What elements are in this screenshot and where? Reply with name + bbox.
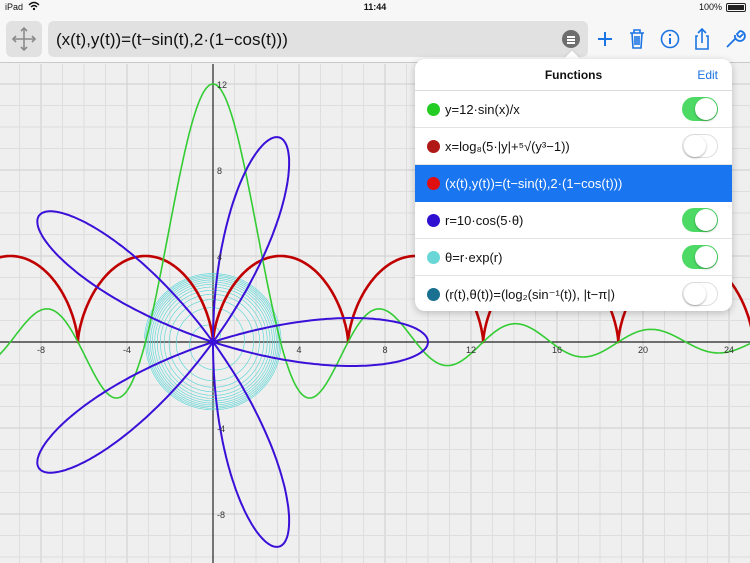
tick-label: -8 xyxy=(217,510,225,520)
function-color-dot[interactable] xyxy=(427,140,440,153)
tick-label: 12 xyxy=(466,345,476,355)
status-bar: iPad 11:44 100% xyxy=(0,0,750,15)
tick-label: 4 xyxy=(296,345,301,355)
function-row[interactable]: (r(t),θ(t))=(log₂(sin⁻¹(t)), |t−π|) xyxy=(415,276,732,311)
function-row[interactable]: θ=r·exp(r) xyxy=(415,239,732,276)
function-expression: r=10·cos(5·θ) xyxy=(445,213,524,228)
tick-label: 4 xyxy=(217,252,222,262)
trash-icon[interactable] xyxy=(622,23,652,55)
tick-label: 24 xyxy=(724,345,734,355)
clock: 11:44 xyxy=(363,2,387,12)
visibility-toggle[interactable] xyxy=(682,245,718,269)
visibility-toggle[interactable] xyxy=(682,134,718,158)
function-expression: y=12·sin(x)/x xyxy=(445,102,520,117)
function-expression: x=log₈(5·|y|+⁵√(y³−1)) xyxy=(445,139,570,154)
battery-icon xyxy=(726,3,746,12)
function-color-dot[interactable] xyxy=(427,214,440,227)
tick-label: 20 xyxy=(638,345,648,355)
popover-title: Functions xyxy=(544,68,603,82)
function-row[interactable]: r=10·cos(5·θ) xyxy=(415,202,732,239)
expression-input[interactable]: (x(t),y(t))=(t−sin(t),2·(1−cos(t))) xyxy=(48,21,588,57)
function-row[interactable]: (x(t),y(t))=(t−sin(t),2·(1−cos(t))) xyxy=(415,165,732,202)
tick-label: 12 xyxy=(217,80,227,90)
function-color-dot[interactable] xyxy=(427,103,440,116)
function-color-dot[interactable] xyxy=(427,177,440,190)
functions-popover: Functions Edit y=12·sin(x)/x x=log₈(5·|y|… xyxy=(415,59,732,311)
function-row[interactable]: x=log₈(5·|y|+⁵√(y³−1)) xyxy=(415,128,732,165)
function-expression: (r(t),θ(t))=(log₂(sin⁻¹(t)), |t−π|) xyxy=(445,287,615,302)
tick-label: -4 xyxy=(217,424,225,434)
tick-label: 8 xyxy=(217,166,222,176)
expression-text: (x(t),y(t))=(t−sin(t),2·(1−cos(t))) xyxy=(56,30,288,49)
settings-wrench-icon[interactable] xyxy=(719,23,749,55)
visibility-toggle[interactable] xyxy=(682,208,718,232)
function-color-dot[interactable] xyxy=(427,288,440,301)
tick-label: -4 xyxy=(123,345,131,355)
tick-label: 8 xyxy=(382,345,387,355)
function-row[interactable]: y=12·sin(x)/x xyxy=(415,91,732,128)
add-icon[interactable] xyxy=(590,23,620,55)
pan-button[interactable] xyxy=(6,21,42,57)
move-arrows-icon xyxy=(11,26,37,52)
function-expression: (x(t),y(t))=(t−sin(t),2·(1−cos(t))) xyxy=(445,176,623,191)
battery-percent: 100% xyxy=(698,2,722,12)
toolbar: (x(t),y(t))=(t−sin(t),2·(1−cos(t))) xyxy=(0,15,750,63)
info-icon[interactable] xyxy=(655,23,685,55)
visibility-toggle[interactable] xyxy=(682,282,718,306)
tick-label: 16 xyxy=(552,345,562,355)
tick-label: -8 xyxy=(37,345,45,355)
function-expression: θ=r·exp(r) xyxy=(445,250,503,265)
visibility-toggle[interactable] xyxy=(682,97,718,121)
function-color-dot[interactable] xyxy=(427,251,440,264)
edit-button[interactable]: Edit xyxy=(697,68,718,82)
functions-list-button[interactable] xyxy=(562,30,580,48)
popover-header: Functions Edit xyxy=(415,59,732,91)
share-icon[interactable] xyxy=(687,23,717,55)
